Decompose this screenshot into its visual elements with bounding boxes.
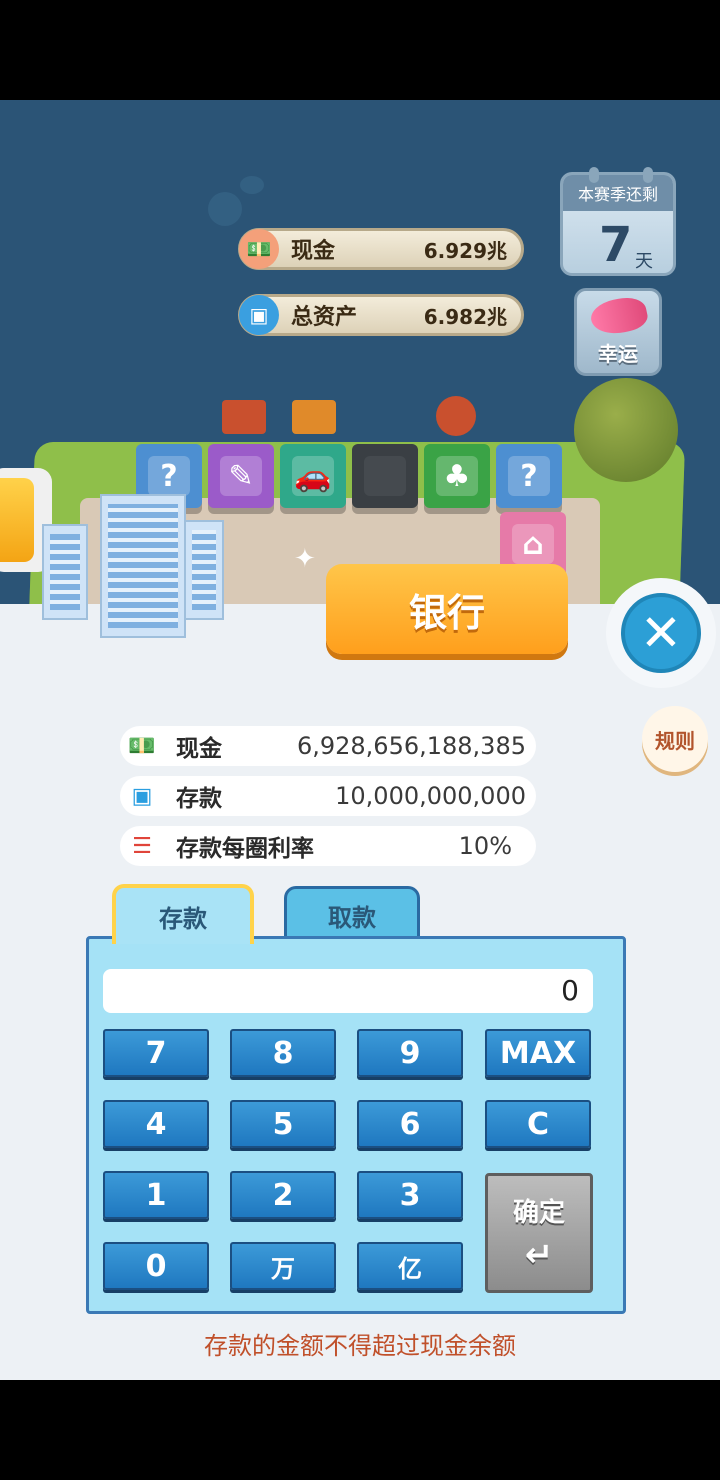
season-label: 本赛季还剩 <box>563 175 673 211</box>
key-8[interactable]: 8 <box>230 1029 336 1077</box>
building <box>100 494 186 638</box>
calendar-ring <box>643 167 653 183</box>
key-0[interactable]: 0 <box>103 1242 209 1290</box>
tree <box>574 378 678 482</box>
key-1[interactable]: 1 <box>103 1171 209 1219</box>
key-clear[interactable]: C <box>485 1100 591 1148</box>
cash-row-label: 现金 <box>176 736 222 762</box>
close-icon: ✕ <box>621 593 701 673</box>
house-prop <box>436 396 476 436</box>
cash-pill: 💵 现金 6.929兆 <box>238 228 524 270</box>
sparkle-icon: ✦ <box>294 544 316 574</box>
season-days: 7 <box>599 217 633 273</box>
bank-panel: 规则 💵 现金 6,928,656,188,385 ▣ 存款 10,000,00… <box>0 690 720 1380</box>
season-countdown: 本赛季还剩 7 天 <box>560 167 676 276</box>
water-bubble <box>208 192 242 226</box>
confirm-button[interactable]: 确定 ↵ <box>485 1173 593 1293</box>
cash-value: 6.929兆 <box>423 238 507 263</box>
season-unit: 天 <box>635 251 653 272</box>
tile-park: ♣ <box>424 444 490 508</box>
enter-icon: ↵ <box>524 1234 554 1275</box>
deposit-row-value: 10,000,000,000 <box>335 782 526 810</box>
assets-label: 总资产 <box>291 305 358 330</box>
key-7[interactable]: 7 <box>103 1029 209 1077</box>
coin-stack-icon: ☰ <box>132 833 152 859</box>
close-button[interactable]: ✕ <box>606 578 716 688</box>
money-icon: 💵 <box>128 733 156 759</box>
amount-input[interactable]: 0 <box>103 969 593 1013</box>
wallet-icon: ▣ <box>239 295 279 335</box>
assets-value: 6.982兆 <box>423 304 507 329</box>
key-9[interactable]: 9 <box>357 1029 463 1077</box>
game-screen: ? ✎ 🚗 ♣ ? ⌂ 💵 现金 6.929兆 ▣ 总资产 6.982兆 本赛季… <box>0 0 720 1480</box>
cash-row-value: 6,928,656,188,385 <box>296 732 526 760</box>
lucky-label: 幸运 <box>598 342 638 366</box>
koi-fish-icon <box>588 293 650 339</box>
tile-tool: ✎ <box>208 444 274 508</box>
bank-title-button: 银行 <box>326 564 568 654</box>
tile-empty <box>352 444 418 508</box>
key-wan[interactable]: 万 <box>230 1242 336 1290</box>
key-2[interactable]: 2 <box>230 1171 336 1219</box>
key-max[interactable]: MAX <box>485 1029 591 1077</box>
tile-chance: ? <box>496 444 562 508</box>
money-icon: 💵 <box>239 229 279 269</box>
billboard-prop <box>292 400 336 434</box>
tab-withdraw[interactable]: 取款 <box>284 886 420 942</box>
interest-row-label: 存款每圈利率 <box>176 836 314 862</box>
cash-row: 💵 现金 6,928,656,188,385 <box>120 726 536 766</box>
key-6[interactable]: 6 <box>357 1100 463 1148</box>
key-yi[interactable]: 亿 <box>357 1242 463 1290</box>
building <box>42 524 88 620</box>
tab-deposit[interactable]: 存款 <box>112 884 254 944</box>
keypad-panel: 0 7 8 9 MAX 4 5 6 C 1 2 3 0 万 亿 确定 ↵ <box>86 936 626 1314</box>
cash-label: 现金 <box>291 239 336 264</box>
assets-pill: ▣ 总资产 6.982兆 <box>238 294 524 336</box>
tile-car: 🚗 <box>280 444 346 508</box>
key-4[interactable]: 4 <box>103 1100 209 1148</box>
lucky-button[interactable]: 幸运 <box>574 288 662 376</box>
confirm-label: 确定 <box>512 1197 565 1228</box>
water-bubble <box>240 176 264 194</box>
interest-row-value: 10% <box>458 832 512 860</box>
building <box>184 520 224 620</box>
deposit-row: ▣ 存款 10,000,000,000 <box>120 776 536 816</box>
billboard-prop <box>222 400 266 434</box>
wallet-icon: ▣ <box>131 783 153 809</box>
key-3[interactable]: 3 <box>357 1171 463 1219</box>
interest-row: ☰ 存款每圈利率 10% <box>120 826 536 866</box>
deposit-hint: 存款的金额不得超过现金余额 <box>204 1332 516 1360</box>
rules-button[interactable]: 规则 <box>642 706 708 772</box>
board-scene: ? ✎ 🚗 ♣ ? ⌂ 💵 现金 6.929兆 ▣ 总资产 6.982兆 本赛季… <box>0 100 720 690</box>
key-5[interactable]: 5 <box>230 1100 336 1148</box>
calendar-ring <box>589 167 599 183</box>
deposit-row-label: 存款 <box>176 786 222 812</box>
